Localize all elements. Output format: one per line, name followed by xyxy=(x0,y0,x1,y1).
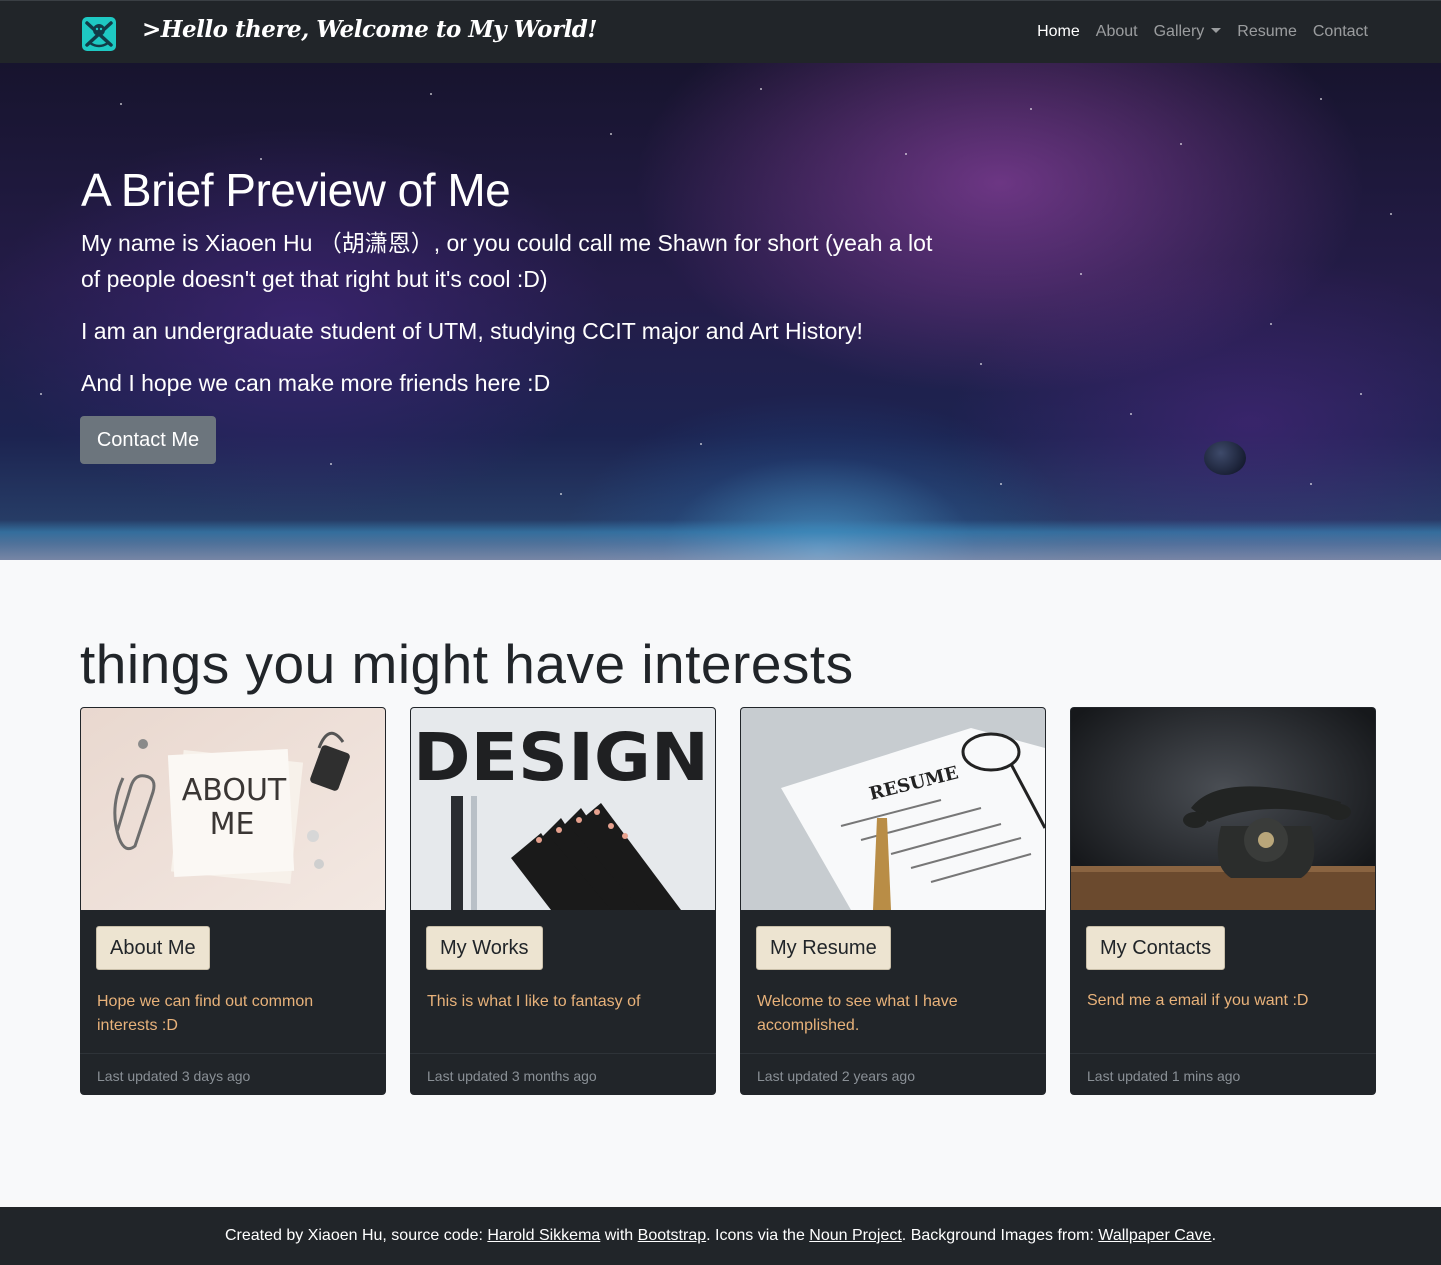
card-text: Send me a email if you want :D xyxy=(1087,992,1309,1009)
top-navbar: >Hello there, Welcome to My World! Home … xyxy=(0,0,1441,63)
contact-me-button[interactable]: Contact Me xyxy=(80,416,216,464)
nav-item-gallery-label: Gallery xyxy=(1153,23,1205,40)
about-me-button[interactable]: About Me xyxy=(96,926,210,970)
planet-decoration xyxy=(1204,441,1246,475)
resume-paper-image: RESUME xyxy=(741,708,1045,910)
hero-banner: A Brief Preview of Me My name is Xiaoen … xyxy=(0,63,1441,560)
nav-item-contact[interactable]: Contact xyxy=(1313,23,1368,41)
card-text: Welcome to see what I have accomplished. xyxy=(757,993,958,1034)
nav-item-gallery[interactable]: Gallery xyxy=(1154,23,1222,41)
brand-title[interactable]: >Hello there, Welcome to My World! xyxy=(142,16,597,43)
card-my-works: DESIGN My Works This is what I like to f… xyxy=(410,707,716,1095)
footer-text: . Icons via the xyxy=(706,1227,810,1244)
footer-link-noun-project[interactable]: Noun Project xyxy=(809,1227,902,1244)
card-footer: Last updated 3 days ago xyxy=(80,1053,386,1095)
card-about-me: ABOUT ME About Me Hope we can find out c… xyxy=(80,707,386,1095)
interests-section-title: things you might have interests xyxy=(80,633,854,695)
footer-text: . xyxy=(1211,1227,1217,1244)
nav-item-home[interactable]: Home xyxy=(1037,23,1080,41)
footer-link-bootstrap[interactable]: Bootstrap xyxy=(638,1227,706,1244)
hero-intro-text: My name is Xiaoen Hu （胡潇恩）, or you could… xyxy=(81,230,933,292)
about-me-notes-image: ABOUT ME xyxy=(81,708,385,910)
nav-item-about[interactable]: About xyxy=(1096,23,1138,41)
card-my-contacts: My Contacts Send me a email if you want … xyxy=(1070,707,1376,1095)
card-footer: Last updated 1 mins ago xyxy=(1070,1053,1376,1095)
about-me-image-word-2: ME xyxy=(210,807,255,842)
my-works-button[interactable]: My Works xyxy=(426,926,543,970)
footer-link-harold-sikkema[interactable]: Harold Sikkema xyxy=(487,1227,600,1244)
about-me-image-word-1: ABOUT xyxy=(182,773,287,808)
my-contacts-button[interactable]: My Contacts xyxy=(1086,926,1226,970)
card-text: This is what I like to fantasy of xyxy=(427,993,641,1010)
hero-title: A Brief Preview of Me xyxy=(81,164,511,216)
footer-text: Created by Xiaoen Hu, source code: xyxy=(224,1227,488,1244)
rotary-telephone-image xyxy=(1071,708,1375,910)
nav-links: Home About Gallery Resume Contact xyxy=(1021,23,1368,41)
footer-text: with xyxy=(600,1227,638,1244)
site-footer: Created by Xiaoen Hu, source code: Harol… xyxy=(0,1207,1441,1265)
my-resume-button[interactable]: My Resume xyxy=(756,926,891,970)
design-pencils-image: DESIGN xyxy=(411,708,715,910)
card-footer: Last updated 2 years ago xyxy=(740,1053,1046,1095)
card-footer: Last updated 3 months ago xyxy=(410,1053,716,1095)
teal-shield-logo-icon[interactable] xyxy=(81,16,117,52)
caret-down-icon xyxy=(1211,28,1222,33)
card-text: Hope we can find out common interests :D xyxy=(97,993,314,1034)
planet-horizon-decoration xyxy=(0,520,1441,560)
nav-item-resume[interactable]: Resume xyxy=(1237,23,1297,41)
footer-text: . Background Images from: xyxy=(901,1227,1099,1244)
card-my-resume: RESUME My Resume Welcome to see what I h… xyxy=(740,707,1046,1095)
footer-link-wallpaper-cave[interactable]: Wallpaper Cave xyxy=(1098,1227,1211,1244)
hero-friends-text: And I hope we can make more friends here… xyxy=(81,370,551,396)
hero-study-text: I am an undergraduate student of UTM, st… xyxy=(81,318,863,344)
design-image-word: DESIGN xyxy=(413,719,709,796)
